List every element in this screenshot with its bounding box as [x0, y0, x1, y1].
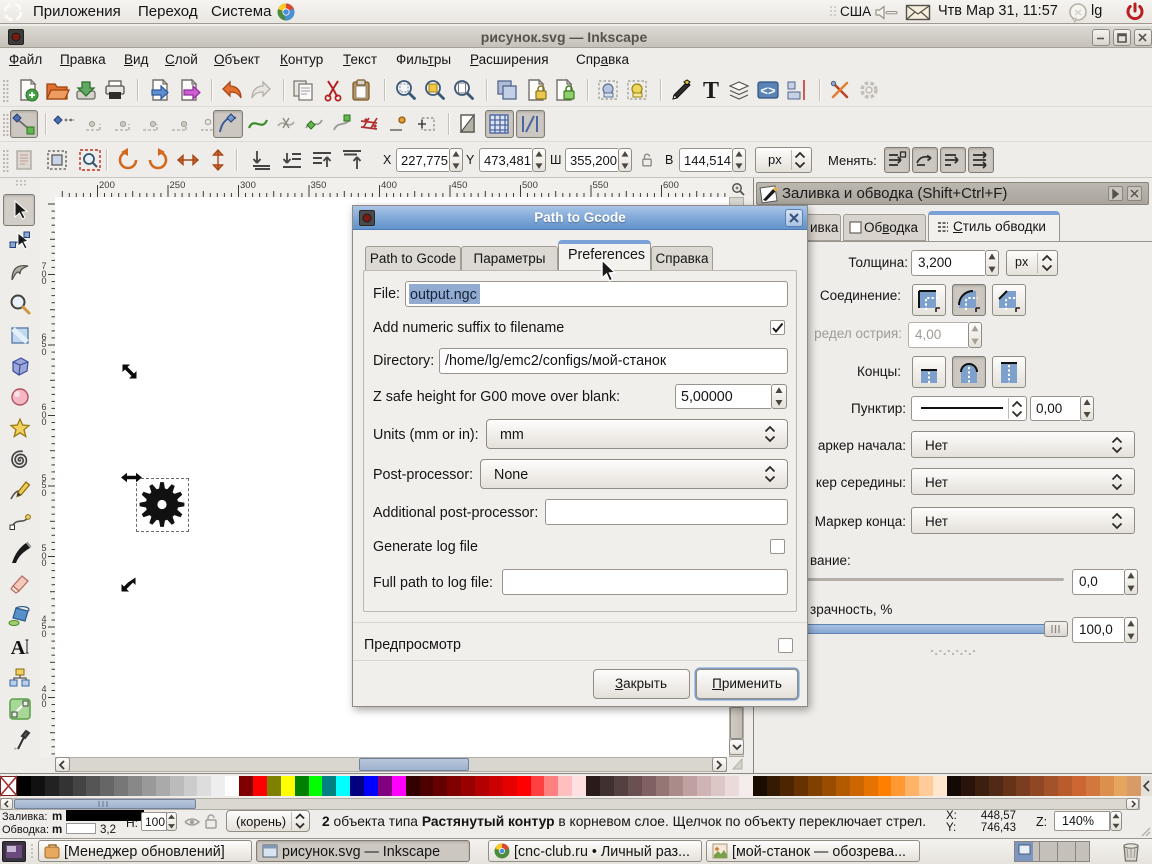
svg-text:A: A [11, 637, 26, 659]
